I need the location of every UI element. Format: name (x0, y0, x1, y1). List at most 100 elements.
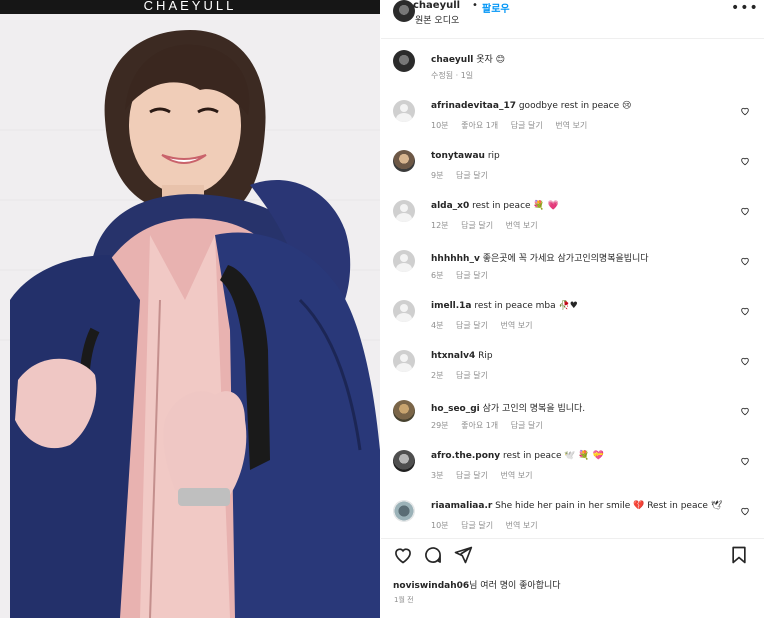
comment-username[interactable]: alda_x0 (431, 201, 469, 211)
reply-button[interactable]: 답글 달기 (456, 321, 488, 330)
comment-avatar[interactable] (393, 350, 415, 372)
comment-text: rip (487, 151, 500, 161)
reply-button[interactable]: 답글 달기 (511, 421, 543, 430)
comment: htxnalv4 Rip (431, 351, 493, 361)
comment-username[interactable]: riaamaliaa.r (431, 501, 492, 511)
comment: alda_x0 rest in peace 💐 💗 (431, 201, 559, 211)
post-photo[interactable]: CHAEYULL (0, 0, 380, 618)
comment-time: 29분 (431, 421, 449, 430)
comment-like-heart-icon[interactable] (740, 356, 750, 366)
comment-avatar[interactable] (393, 400, 415, 422)
comment-like-heart-icon[interactable] (740, 206, 750, 216)
header-divider (381, 38, 764, 39)
comment: hhhhhh_v 좋은곳에 꼭 가세요 삼가고인의명복을빕니다 (431, 251, 649, 264)
translate-button[interactable]: 번역 보기 (501, 321, 533, 330)
comment-username[interactable]: imell.1a (431, 301, 472, 311)
comment-like-heart-icon[interactable] (740, 256, 750, 266)
comment-text: 좋은곳에 꼭 가세요 삼가고인의명복을빕니다 (482, 254, 649, 264)
comment-time: 9분 (431, 171, 444, 180)
comment-like-heart-icon[interactable] (740, 456, 750, 466)
comment-username[interactable]: tonytawau (431, 151, 485, 161)
comment-avatar[interactable] (393, 500, 415, 522)
likes-text: 님 여러 명이 좋아합니다 (469, 581, 561, 591)
caption-meta: 수정됨 · 1일 (431, 71, 474, 80)
brand-watermark: CHAEYULL (143, 0, 237, 13)
comment-time: 10분 (431, 121, 449, 130)
author-username[interactable]: chaeyull (413, 0, 460, 11)
comment-text: 삼가 고인의 명복을 빕니다. (482, 404, 586, 414)
comment-text: rest in peace 💐 💗 (472, 201, 559, 211)
follow-button[interactable]: 팔로우 (482, 0, 510, 15)
caption-text: 옷자 😊 (476, 55, 506, 65)
bookmark-icon[interactable] (729, 545, 749, 565)
comment-username[interactable]: afro.the.pony (431, 451, 500, 461)
reply-button[interactable]: 답글 달기 (456, 171, 488, 180)
comment-avatar[interactable] (393, 200, 415, 222)
comment-time: 3분 (431, 471, 444, 480)
comment-meta: 6분 답글 달기 (431, 270, 498, 281)
comment: tonytawau rip (431, 151, 500, 161)
more-options-icon[interactable]: ••• (731, 1, 759, 15)
likes-user[interactable]: noviswindah06 (393, 581, 469, 591)
comment-time: 10분 (431, 521, 449, 530)
comment-like-heart-icon[interactable] (740, 156, 750, 166)
comment: afro.the.pony rest in peace 🕊️ 💐 💝 (431, 451, 604, 461)
comment-like-heart-icon[interactable] (740, 306, 750, 316)
comment-text: rest in peace mba 🥀♥ (474, 301, 578, 311)
comment: riaamaliaa.r She hide her pain in her sm… (431, 501, 722, 511)
comment-avatar[interactable] (393, 100, 415, 122)
comment-avatar[interactable] (393, 150, 415, 172)
comment-like-heart-icon[interactable] (740, 106, 750, 116)
comment-avatar[interactable] (393, 250, 415, 272)
translate-button[interactable]: 번역 보기 (506, 521, 538, 530)
post-actions (391, 545, 761, 567)
comment-time: 12분 (431, 221, 449, 230)
comment-username[interactable]: htxnalv4 (431, 351, 475, 361)
comment-username[interactable]: afrinadevitaa_17 (431, 101, 516, 111)
comment-avatar[interactable] (393, 300, 415, 322)
comment-username[interactable]: ho_seo_gi (431, 404, 480, 414)
author-avatar[interactable] (393, 0, 415, 22)
comment-meta: 2분 답글 달기 (431, 370, 498, 381)
comment-time: 2분 (431, 371, 444, 380)
reply-button[interactable]: 답글 달기 (511, 121, 543, 130)
comment-like-heart-icon[interactable] (740, 506, 750, 516)
comment-meta: 12분 답글 달기 번역 보기 (431, 220, 548, 231)
comment-time: 6분 (431, 271, 444, 280)
reply-button[interactable]: 답글 달기 (456, 371, 488, 380)
comment-like-heart-icon[interactable] (740, 406, 750, 416)
reply-button[interactable]: 답글 달기 (456, 271, 488, 280)
instagram-post-view: CHAEYULL chaeyull • 팔로우 원본 오디오 ••• chaey… (0, 0, 764, 618)
reply-button[interactable]: 답글 달기 (461, 521, 493, 530)
comment-likes[interactable]: 좋아요 1개 (461, 121, 498, 130)
comment-avatar[interactable] (393, 450, 415, 472)
likes-summary[interactable]: noviswindah06님 여러 명이 좋아합니다 (393, 578, 561, 591)
comment: ho_seo_gi 삼가 고인의 명복을 빕니다. (431, 401, 585, 414)
comment-meta: 3분 답글 달기 번역 보기 (431, 470, 543, 481)
comment-meta: 29분 좋아요 1개 답글 달기 (431, 420, 553, 431)
translate-button[interactable]: 번역 보기 (555, 121, 587, 130)
reply-button[interactable]: 답글 달기 (461, 221, 493, 230)
caption: chaeyull 옷자 😊 (431, 52, 505, 65)
comment-meta: 10분 좋아요 1개 답글 달기 번역 보기 (431, 120, 597, 131)
post-photo-illustration (0, 0, 380, 618)
comment-meta: 10분 답글 달기 번역 보기 (431, 520, 548, 531)
comment-username[interactable]: hhhhhh_v (431, 254, 480, 264)
reply-button[interactable]: 답글 달기 (456, 471, 488, 480)
comment-icon[interactable] (423, 545, 443, 565)
original-audio-link[interactable]: 원본 오디오 (415, 13, 459, 26)
translate-button[interactable]: 번역 보기 (506, 221, 538, 230)
caption-avatar[interactable] (393, 50, 415, 72)
comment-likes[interactable]: 좋아요 1개 (461, 421, 498, 430)
comment-time: 4분 (431, 321, 444, 330)
post-date: 1월 전 (394, 596, 414, 604)
heart-icon[interactable] (393, 545, 413, 565)
comment: afrinadevitaa_17 goodbye rest in peace 😢 (431, 101, 631, 111)
header-separator: • (472, 0, 478, 11)
actions-divider (381, 538, 764, 539)
caption-username[interactable]: chaeyull (431, 55, 473, 65)
comment-text: She hide her pain in her smile 💔 Rest in… (495, 501, 723, 511)
translate-button[interactable]: 번역 보기 (501, 471, 533, 480)
share-icon[interactable] (453, 545, 473, 565)
comment: imell.1a rest in peace mba 🥀♥ (431, 301, 578, 311)
